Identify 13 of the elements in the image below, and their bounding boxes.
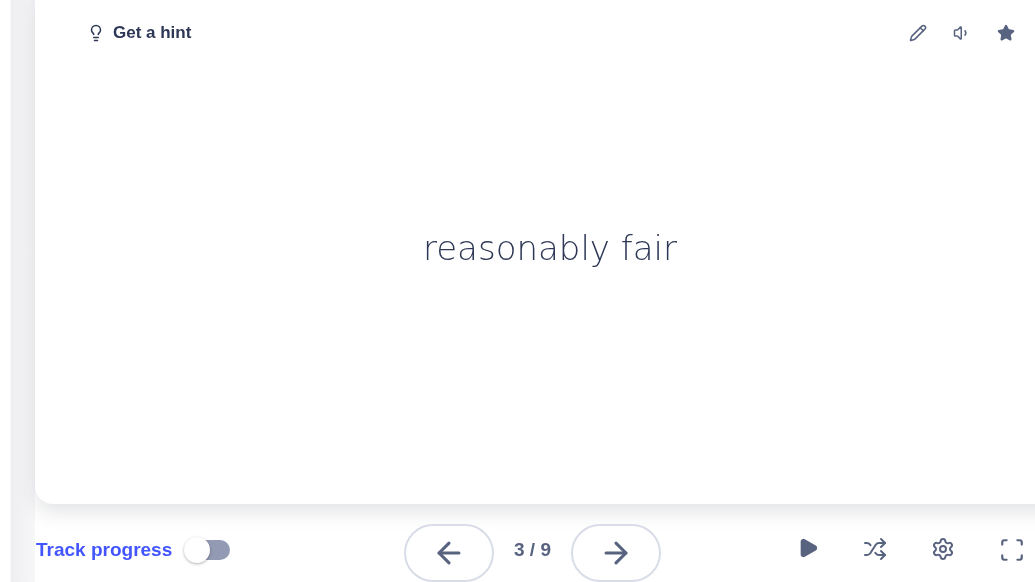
fullscreen-button[interactable] [999,537,1025,563]
settings-button[interactable] [931,537,955,563]
track-progress-toggle[interactable] [186,540,231,560]
shuffle-button[interactable] [863,537,887,563]
hint-button[interactable]: Get a hint [87,23,192,43]
next-button[interactable] [571,524,661,582]
card-counter: 3 / 9 [514,539,551,561]
track-progress-label: Track progress [36,539,173,561]
card-term: reasonably fair [422,228,678,268]
previous-button[interactable] [404,524,494,582]
star-button[interactable] [997,24,1015,42]
edit-button[interactable] [909,24,927,42]
flashcard[interactable]: Get a hint reasonably fair [35,0,1035,504]
